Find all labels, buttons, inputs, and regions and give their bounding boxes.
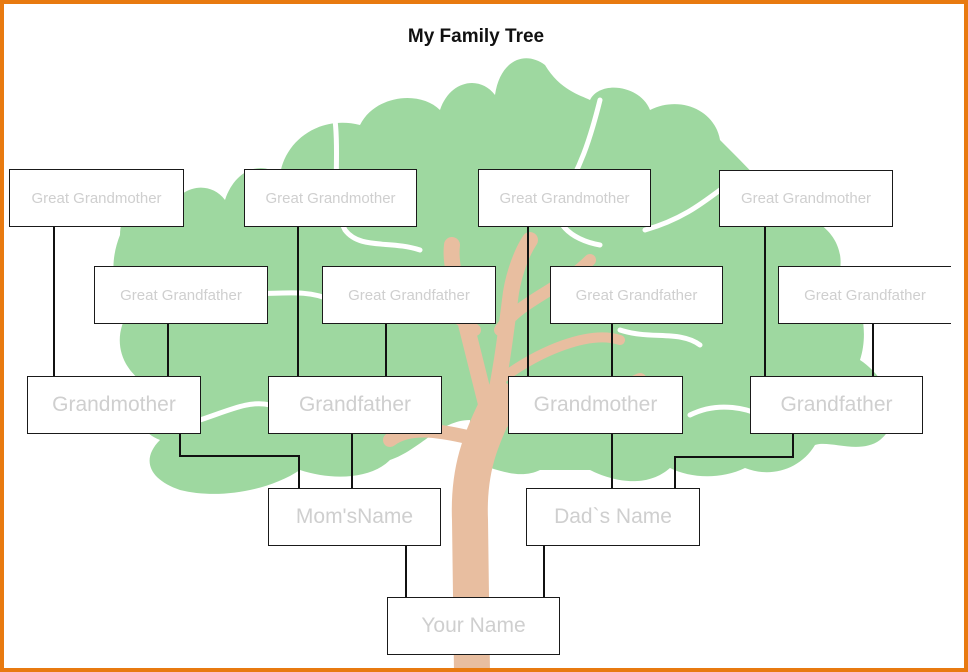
great-grandmother-box[interactable]: Great Grandmother [9, 169, 184, 227]
your-name-box[interactable]: Your Name [387, 597, 560, 655]
tree-illustration [53, 58, 893, 668]
page-title: My Family Tree [407, 26, 545, 47]
mom-name-label: Mom'sName [295, 505, 414, 528]
great-grandfather-box[interactable]: Great Grandfather [550, 266, 723, 324]
grandmother-label: Grandmother [533, 393, 658, 416]
your-name-label: Your Name [421, 614, 526, 637]
great-grandmother-label: Great Grandmother [740, 190, 872, 207]
grandmother-box[interactable]: Grandmother [27, 376, 201, 434]
mom-name-box[interactable]: Mom'sName [268, 488, 441, 546]
great-grandfather-box[interactable]: Great Grandfather [322, 266, 496, 324]
family-tree-frame: My Family Tree [0, 0, 968, 672]
grandmother-label: Grandmother [52, 393, 176, 416]
grandfather-box[interactable]: Grandfather [268, 376, 442, 434]
grandfather-box[interactable]: Grandfather [750, 376, 923, 434]
dad-name-label: Dad`s Name [554, 505, 672, 528]
great-grandfather-label: Great Grandfather [575, 286, 698, 304]
great-grandmother-box[interactable]: Great Grandmother [719, 170, 893, 227]
grandfather-label: Grandfather [298, 393, 412, 416]
great-grandfather-label: Great Grandfather [348, 286, 470, 304]
great-grandfather-label: Great Grandfather [120, 286, 242, 304]
great-grandmother-box[interactable]: Great Grandmother [244, 169, 417, 227]
great-grandmother-box[interactable]: Great Grandmother [478, 169, 651, 227]
great-grandmother-label: Great Grandmother [499, 189, 630, 207]
grandmother-box[interactable]: Grandmother [508, 376, 683, 434]
grandfather-label: Grandfather [780, 393, 893, 416]
great-grandfather-box[interactable]: Great Grandfather [94, 266, 268, 324]
great-grandmother-label: Great Grandmother [31, 189, 162, 207]
great-grandfather-box[interactable]: Great Grandfather [778, 266, 951, 324]
dad-name-box[interactable]: Dad`s Name [526, 488, 700, 546]
great-grandfather-label: Great Grandfather [804, 286, 926, 304]
great-grandmother-label: Great Grandmother [265, 189, 396, 207]
